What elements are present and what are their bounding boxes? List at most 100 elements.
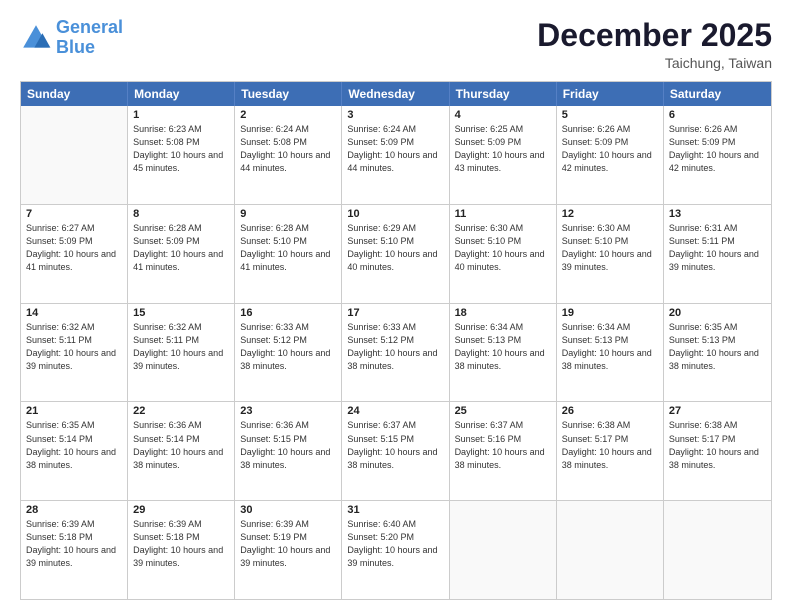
cell-info: Sunrise: 6:34 AMSunset: 5:13 PMDaylight:…: [562, 321, 658, 373]
day-number: 28: [26, 504, 122, 516]
cell-info: Sunrise: 6:37 AMSunset: 5:16 PMDaylight:…: [455, 419, 551, 471]
page: General Blue December 2025 Taichung, Tai…: [0, 0, 792, 612]
cell-info: Sunrise: 6:36 AMSunset: 5:14 PMDaylight:…: [133, 419, 229, 471]
header-day-saturday: Saturday: [664, 82, 771, 106]
day-number: 20: [669, 307, 766, 319]
header-day-tuesday: Tuesday: [235, 82, 342, 106]
header-day-friday: Friday: [557, 82, 664, 106]
cell-info: Sunrise: 6:37 AMSunset: 5:15 PMDaylight:…: [347, 419, 443, 471]
cell-info: Sunrise: 6:25 AMSunset: 5:09 PMDaylight:…: [455, 123, 551, 175]
location: Taichung, Taiwan: [537, 55, 772, 71]
day-number: 16: [240, 307, 336, 319]
day-number: 14: [26, 307, 122, 319]
logo-text: General Blue: [56, 18, 123, 58]
calendar-cell: 29 Sunrise: 6:39 AMSunset: 5:18 PMDayligh…: [128, 501, 235, 599]
cell-info: Sunrise: 6:26 AMSunset: 5:09 PMDaylight:…: [669, 123, 766, 175]
calendar-row-4: 21 Sunrise: 6:35 AMSunset: 5:14 PMDayligh…: [21, 401, 771, 500]
day-number: 4: [455, 109, 551, 121]
calendar-cell: 9Sunrise: 6:28 AMSunset: 5:10 PMDaylight…: [235, 205, 342, 303]
day-number: 8: [133, 208, 229, 220]
calendar-cell: 14 Sunrise: 6:32 AMSunset: 5:11 PMDayligh…: [21, 304, 128, 402]
day-number: 3: [347, 109, 443, 121]
cell-info: Sunrise: 6:31 AMSunset: 5:11 PMDaylight:…: [669, 222, 766, 274]
day-number: 22: [133, 405, 229, 417]
cell-info: Sunrise: 6:38 AMSunset: 5:17 PMDaylight:…: [669, 419, 766, 471]
calendar-cell: 30 Sunrise: 6:39 AMSunset: 5:19 PMDayligh…: [235, 501, 342, 599]
cell-info: Sunrise: 6:29 AMSunset: 5:10 PMDaylight:…: [347, 222, 443, 274]
cell-info: Sunrise: 6:39 AMSunset: 5:18 PMDaylight:…: [133, 518, 229, 570]
header: General Blue December 2025 Taichung, Tai…: [20, 18, 772, 71]
calendar-cell: 12 Sunrise: 6:30 AMSunset: 5:10 PMDayligh…: [557, 205, 664, 303]
day-number: 18: [455, 307, 551, 319]
day-number: 10: [347, 208, 443, 220]
calendar: SundayMondayTuesdayWednesdayThursdayFrid…: [20, 81, 772, 600]
calendar-cell: 6Sunrise: 6:26 AMSunset: 5:09 PMDaylight…: [664, 106, 771, 204]
cell-info: Sunrise: 6:30 AMSunset: 5:10 PMDaylight:…: [562, 222, 658, 274]
cell-info: Sunrise: 6:32 AMSunset: 5:11 PMDaylight:…: [133, 321, 229, 373]
calendar-cell: 2Sunrise: 6:24 AMSunset: 5:08 PMDaylight…: [235, 106, 342, 204]
calendar-row-5: 28 Sunrise: 6:39 AMSunset: 5:18 PMDayligh…: [21, 500, 771, 599]
calendar-cell: 28 Sunrise: 6:39 AMSunset: 5:18 PMDayligh…: [21, 501, 128, 599]
day-number: 21: [26, 405, 122, 417]
calendar-cell: 7 Sunrise: 6:27 AMSunset: 5:09 PMDaylight…: [21, 205, 128, 303]
logo: General Blue: [20, 18, 123, 58]
calendar-cell: 31 Sunrise: 6:40 AMSunset: 5:20 PMDayligh…: [342, 501, 449, 599]
calendar-header: SundayMondayTuesdayWednesdayThursdayFrid…: [21, 82, 771, 106]
calendar-cell: 3 Sunrise: 6:24 AMSunset: 5:09 PMDaylight…: [342, 106, 449, 204]
calendar-cell: [664, 501, 771, 599]
cell-info: Sunrise: 6:40 AMSunset: 5:20 PMDaylight:…: [347, 518, 443, 570]
calendar-cell: 25 Sunrise: 6:37 AMSunset: 5:16 PMDayligh…: [450, 402, 557, 500]
calendar-cell: 26Sunrise: 6:38 AMSunset: 5:17 PMDayligh…: [557, 402, 664, 500]
cell-info: Sunrise: 6:32 AMSunset: 5:11 PMDaylight:…: [26, 321, 122, 373]
calendar-cell: 1Sunrise: 6:23 AMSunset: 5:08 PMDaylight…: [128, 106, 235, 204]
calendar-row-2: 7 Sunrise: 6:27 AMSunset: 5:09 PMDaylight…: [21, 204, 771, 303]
day-number: 23: [240, 405, 336, 417]
day-number: 17: [347, 307, 443, 319]
calendar-cell: 11Sunrise: 6:30 AMSunset: 5:10 PMDayligh…: [450, 205, 557, 303]
day-number: 7: [26, 208, 122, 220]
calendar-cell: 10 Sunrise: 6:29 AMSunset: 5:10 PMDayligh…: [342, 205, 449, 303]
day-number: 31: [347, 504, 443, 516]
calendar-cell: 23 Sunrise: 6:36 AMSunset: 5:15 PMDayligh…: [235, 402, 342, 500]
cell-info: Sunrise: 6:23 AMSunset: 5:08 PMDaylight:…: [133, 123, 229, 175]
cell-info: Sunrise: 6:39 AMSunset: 5:18 PMDaylight:…: [26, 518, 122, 570]
header-day-sunday: Sunday: [21, 82, 128, 106]
cell-info: Sunrise: 6:28 AMSunset: 5:09 PMDaylight:…: [133, 222, 229, 274]
cell-info: Sunrise: 6:33 AMSunset: 5:12 PMDaylight:…: [240, 321, 336, 373]
calendar-row-3: 14 Sunrise: 6:32 AMSunset: 5:11 PMDayligh…: [21, 303, 771, 402]
calendar-cell: 18 Sunrise: 6:34 AMSunset: 5:13 PMDayligh…: [450, 304, 557, 402]
calendar-cell: 22 Sunrise: 6:36 AMSunset: 5:14 PMDayligh…: [128, 402, 235, 500]
day-number: 5: [562, 109, 658, 121]
cell-info: Sunrise: 6:39 AMSunset: 5:19 PMDaylight:…: [240, 518, 336, 570]
day-number: 30: [240, 504, 336, 516]
calendar-cell: 4 Sunrise: 6:25 AMSunset: 5:09 PMDaylight…: [450, 106, 557, 204]
cell-info: Sunrise: 6:28 AMSunset: 5:10 PMDaylight:…: [240, 222, 336, 274]
day-number: 25: [455, 405, 551, 417]
cell-info: Sunrise: 6:36 AMSunset: 5:15 PMDaylight:…: [240, 419, 336, 471]
calendar-cell: 8 Sunrise: 6:28 AMSunset: 5:09 PMDaylight…: [128, 205, 235, 303]
day-number: 24: [347, 405, 443, 417]
day-number: 2: [240, 109, 336, 121]
day-number: 29: [133, 504, 229, 516]
cell-info: Sunrise: 6:33 AMSunset: 5:12 PMDaylight:…: [347, 321, 443, 373]
calendar-cell: [557, 501, 664, 599]
cell-info: Sunrise: 6:38 AMSunset: 5:17 PMDaylight:…: [562, 419, 658, 471]
calendar-cell: 13Sunrise: 6:31 AMSunset: 5:11 PMDayligh…: [664, 205, 771, 303]
calendar-cell: 24 Sunrise: 6:37 AMSunset: 5:15 PMDayligh…: [342, 402, 449, 500]
cell-info: Sunrise: 6:35 AMSunset: 5:14 PMDaylight:…: [26, 419, 122, 471]
cell-info: Sunrise: 6:34 AMSunset: 5:13 PMDaylight:…: [455, 321, 551, 373]
calendar-body: 1Sunrise: 6:23 AMSunset: 5:08 PMDaylight…: [21, 106, 771, 599]
calendar-cell: 17 Sunrise: 6:33 AMSunset: 5:12 PMDayligh…: [342, 304, 449, 402]
cell-info: Sunrise: 6:30 AMSunset: 5:10 PMDaylight:…: [455, 222, 551, 274]
cell-info: Sunrise: 6:24 AMSunset: 5:09 PMDaylight:…: [347, 123, 443, 175]
calendar-row-1: 1Sunrise: 6:23 AMSunset: 5:08 PMDaylight…: [21, 106, 771, 204]
calendar-cell: 21 Sunrise: 6:35 AMSunset: 5:14 PMDayligh…: [21, 402, 128, 500]
day-number: 15: [133, 307, 229, 319]
calendar-cell: 27Sunrise: 6:38 AMSunset: 5:17 PMDayligh…: [664, 402, 771, 500]
day-number: 19: [562, 307, 658, 319]
title-area: December 2025 Taichung, Taiwan: [537, 18, 772, 71]
calendar-cell: 20Sunrise: 6:35 AMSunset: 5:13 PMDayligh…: [664, 304, 771, 402]
cell-info: Sunrise: 6:27 AMSunset: 5:09 PMDaylight:…: [26, 222, 122, 274]
calendar-cell: [450, 501, 557, 599]
day-number: 12: [562, 208, 658, 220]
